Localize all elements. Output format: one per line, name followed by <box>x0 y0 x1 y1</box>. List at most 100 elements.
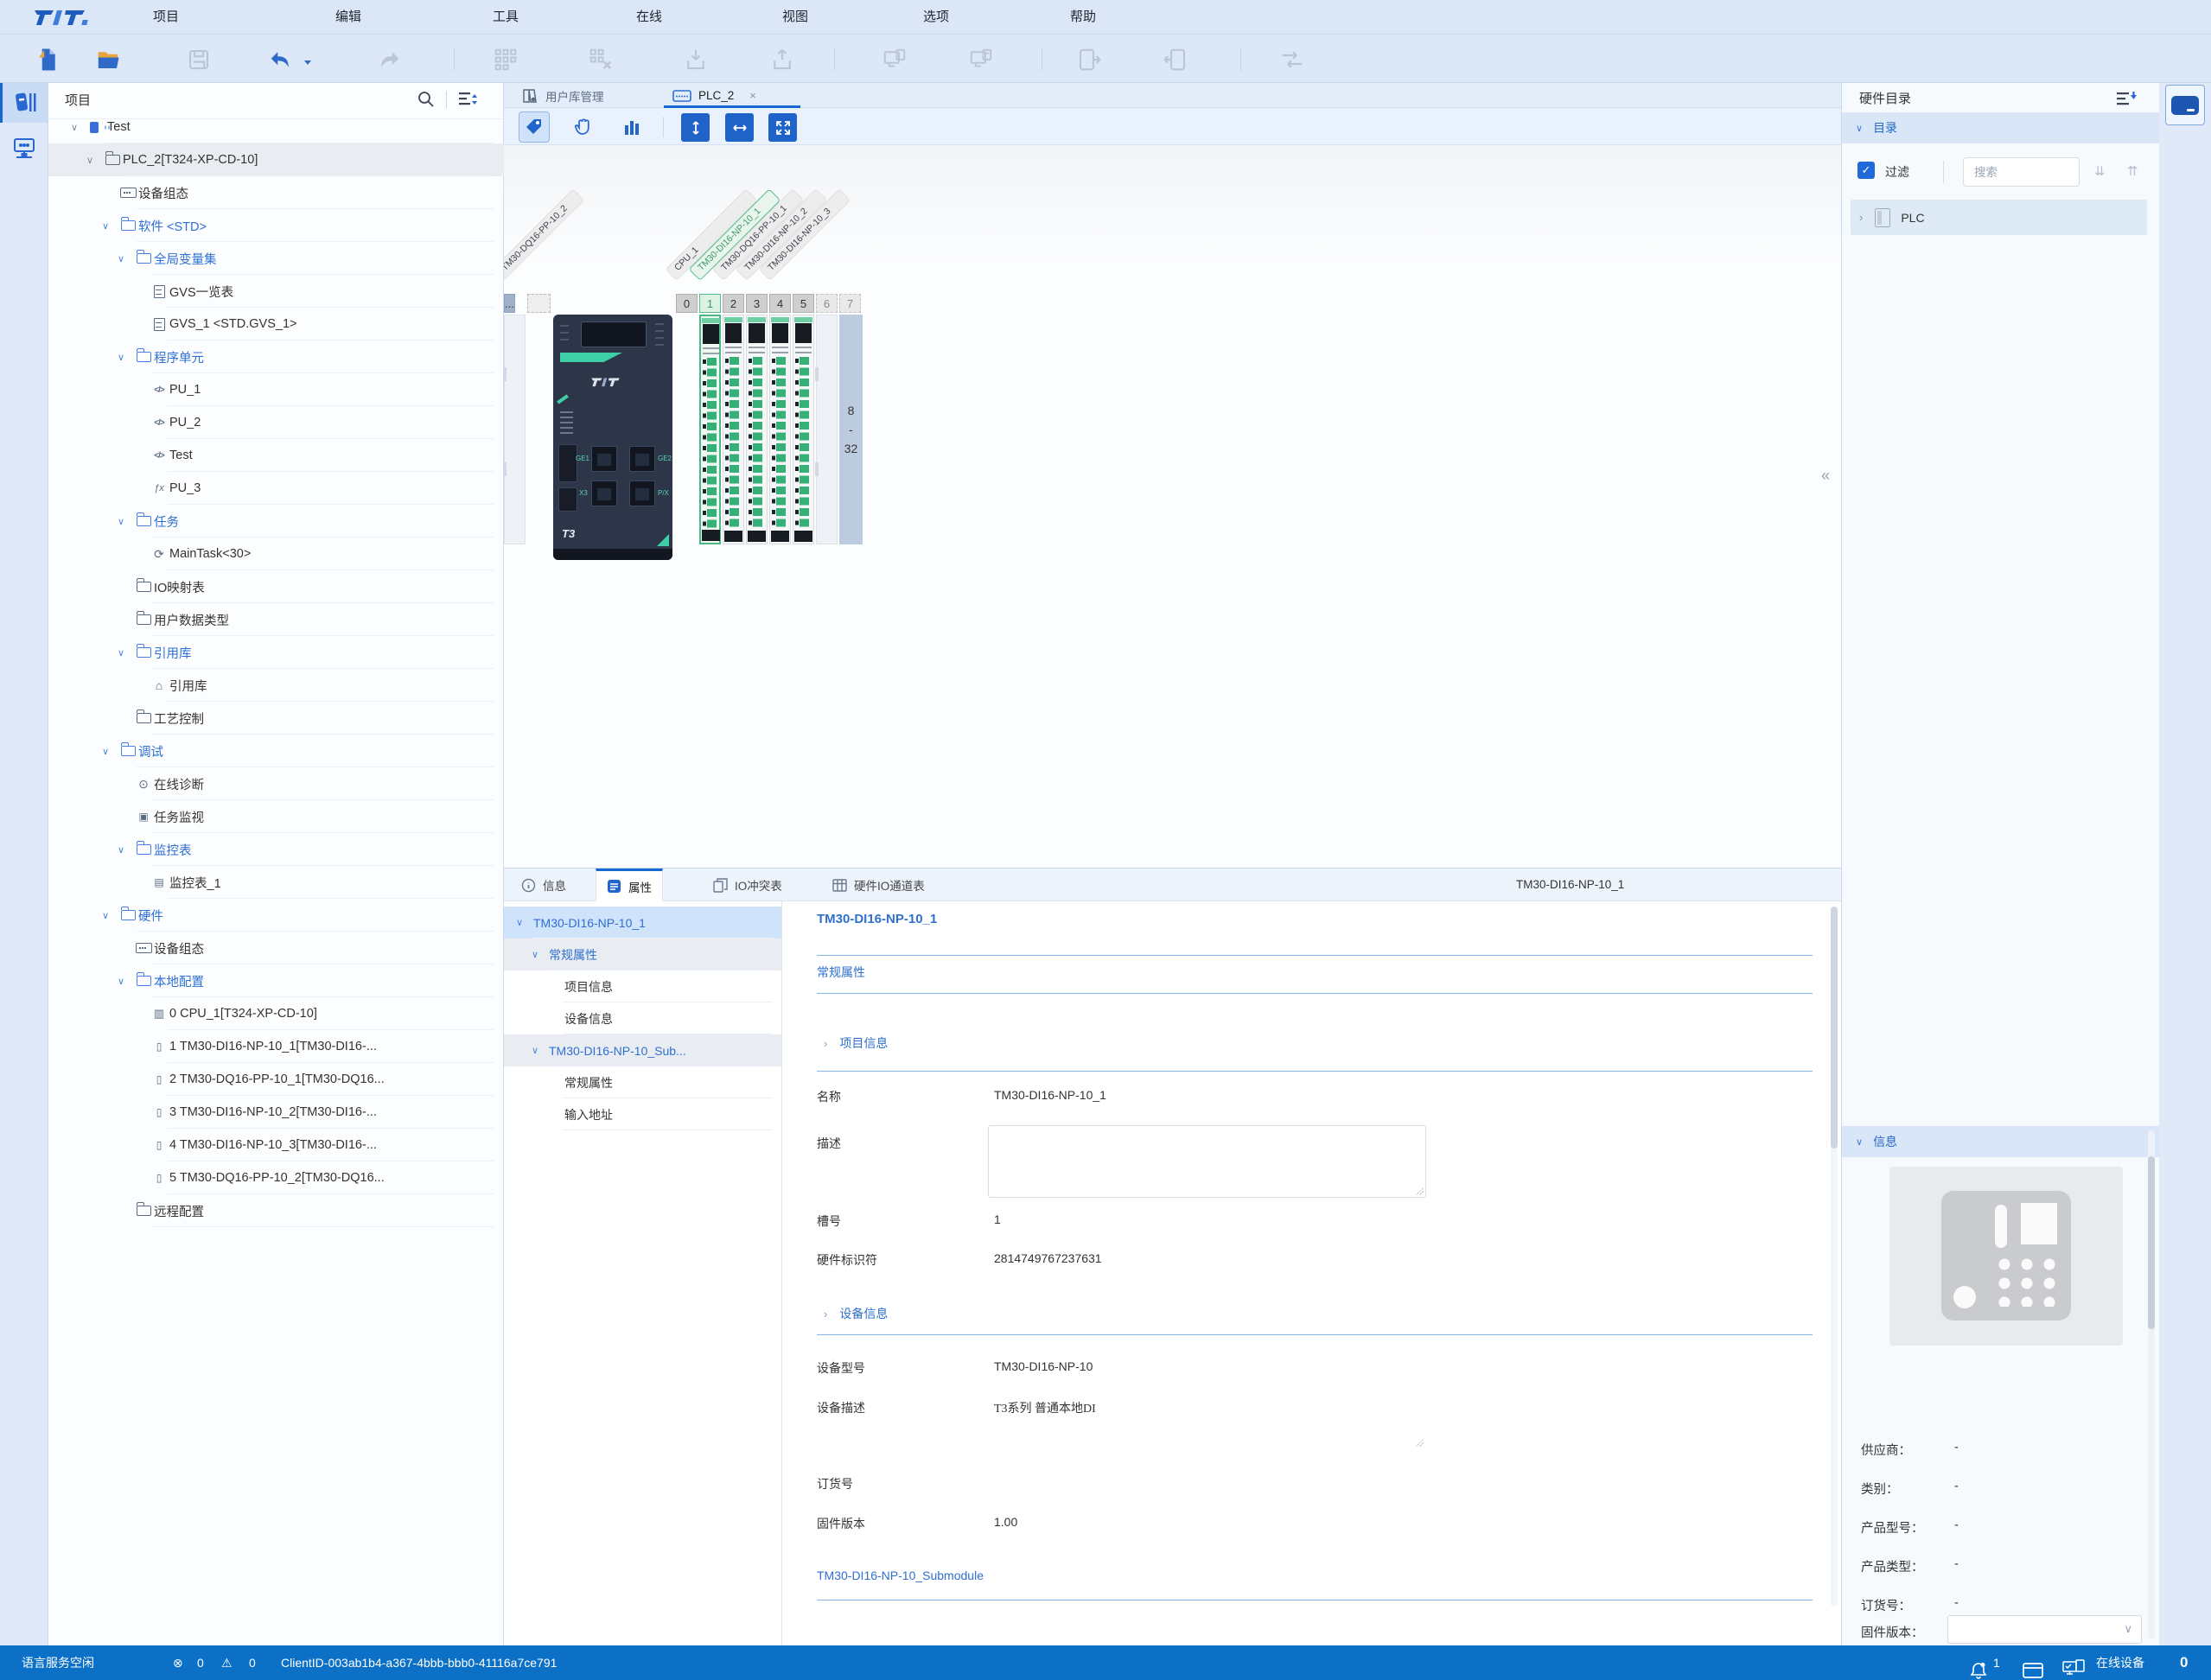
tree-row[interactable]: 引用库 <box>48 669 504 702</box>
compile-grid-icon[interactable] <box>493 47 519 73</box>
chevron-icon[interactable] <box>71 122 86 133</box>
tree-row[interactable]: 程序单元 <box>48 340 504 373</box>
chevron-icon[interactable] <box>516 917 533 928</box>
tree-row[interactable]: 用户数据类型 <box>48 603 504 636</box>
menu-online[interactable]: 在线 <box>631 0 667 35</box>
fit-all-icon[interactable] <box>768 113 797 142</box>
io-module-graphic[interactable] <box>816 315 838 544</box>
tab-io-conflicts[interactable]: IO冲突表 <box>703 869 793 901</box>
bottom-panel-scrollbar[interactable] <box>1831 907 1838 1607</box>
section-project-info[interactable]: ›项目信息 <box>824 1034 888 1052</box>
rack-slot-number[interactable]: 5 <box>793 294 814 313</box>
tree-row[interactable]: 设备组态 <box>48 176 504 209</box>
upload-device-icon[interactable] <box>769 47 795 73</box>
clean-grid-icon[interactable] <box>588 47 614 73</box>
tree-row[interactable]: 本地配置 <box>48 964 504 997</box>
error-count-icon[interactable]: ⊗ <box>173 1645 183 1680</box>
tree-row[interactable]: PU_1 <box>48 373 504 406</box>
project-explorer-icon[interactable] <box>0 83 48 123</box>
tree-row[interactable]: PU_2 <box>48 406 504 439</box>
online-device-icon[interactable] <box>2061 1652 2086 1680</box>
chevron-icon[interactable] <box>118 844 133 856</box>
rack-slot-number[interactable]: 4 <box>769 294 791 313</box>
tree-row[interactable]: 任务 <box>48 505 504 538</box>
properties-nav-row[interactable]: 输入地址 <box>504 1098 781 1130</box>
properties-nav-row[interactable]: 设备信息 <box>504 1002 781 1034</box>
chevron-icon[interactable] <box>118 516 133 527</box>
tree-row[interactable]: Test <box>48 111 504 143</box>
fit-horizontal-icon[interactable] <box>725 113 754 142</box>
chevron-icon[interactable] <box>86 155 102 166</box>
menu-edit[interactable]: 编辑 <box>330 0 366 35</box>
io-module-graphic[interactable] <box>769 315 791 544</box>
chevron-icon[interactable] <box>118 253 133 264</box>
section-device-info[interactable]: ›设备信息 <box>824 1305 888 1322</box>
io-module-graphic[interactable] <box>793 315 814 544</box>
properties-nav-row[interactable]: 常规属性 <box>504 1066 781 1098</box>
swap-icon[interactable] <box>1279 47 1305 73</box>
tree-row[interactable]: GVS_1 <STD.GVS_1> <box>48 308 504 340</box>
redo-icon[interactable] <box>376 47 402 73</box>
tree-row[interactable]: 全局变量集 <box>48 242 504 275</box>
fit-vertical-icon[interactable] <box>681 113 710 142</box>
tree-row[interactable]: 硬件 <box>48 899 504 932</box>
save-icon[interactable] <box>186 47 212 73</box>
properties-nav-row[interactable]: 项目信息 <box>504 970 781 1002</box>
chevron-icon[interactable] <box>532 949 549 960</box>
tree-row[interactable]: 远程配置 <box>48 1194 504 1227</box>
textarea-resize-handle[interactable] <box>1416 1187 1424 1195</box>
menu-view[interactable]: 视图 <box>777 0 813 35</box>
new-file-icon[interactable] <box>35 47 61 73</box>
monitor-sync-icon[interactable] <box>882 47 908 73</box>
close-icon[interactable]: × <box>749 89 756 102</box>
rack-slot-number[interactable]: 6 <box>816 294 838 313</box>
io-module-graphic[interactable] <box>723 315 744 544</box>
collapse-right-panel-handle[interactable]: « <box>1821 467 1830 485</box>
chevron-icon[interactable] <box>102 220 118 232</box>
chevron-icon[interactable] <box>102 910 118 921</box>
tree-row[interactable]: 监控表_1 <box>48 866 504 899</box>
tree-row[interactable]: PLC_2[T324-XP-CD-10] <box>48 143 504 176</box>
chevron-icon[interactable] <box>118 976 133 987</box>
chevron-icon[interactable] <box>118 352 133 363</box>
tree-row[interactable]: 2 TM30-DQ16-PP-10_1[TM30-DQ16... <box>48 1063 504 1096</box>
description-textarea[interactable] <box>988 1125 1426 1198</box>
properties-nav-row[interactable]: TM30-DI16-NP-10_Sub... <box>504 1034 781 1066</box>
tree-row[interactable]: 5 TM30-DQ16-PP-10_2[TM30-DQ16... <box>48 1161 504 1194</box>
tree-row[interactable]: 0 CPU_1[T324-XP-CD-10] <box>48 997 504 1030</box>
tree-row[interactable]: Test <box>48 439 504 472</box>
scrollbar-thumb[interactable] <box>1831 907 1838 1149</box>
catalog-search-input[interactable] <box>1963 157 2080 187</box>
io-module-graphic[interactable] <box>699 315 721 544</box>
tab-properties[interactable]: 属性 <box>596 869 663 901</box>
rack-slot-number[interactable]: 3 <box>746 294 768 313</box>
properties-nav-row[interactable]: 常规属性 <box>504 939 781 970</box>
catalog-sort-icon[interactable] <box>2115 90 2138 109</box>
tree-row[interactable]: MainTask<30> <box>48 538 504 570</box>
cpu-module-graphic[interactable]: GE1 GE2 X3 P/X T3 <box>553 315 672 560</box>
tree-row[interactable]: 软件 <STD> <box>48 209 504 242</box>
rack-slot-number[interactable]: 1 <box>699 294 721 313</box>
collapse-all-icon[interactable]: ⇈ <box>2127 163 2138 179</box>
tree-row[interactable]: 设备组态 <box>48 932 504 964</box>
tab-hw-io-channels[interactable]: 硬件IO通道表 <box>822 869 935 901</box>
rack-slot-number[interactable]: 7 <box>839 294 861 313</box>
tab-plc2[interactable]: PLC_2 × <box>664 83 800 108</box>
undo-icon[interactable] <box>268 47 294 73</box>
tree-row[interactable]: 工艺控制 <box>48 702 504 735</box>
module-name-pill[interactable]: TM30-DQ16-PP-10_2 <box>504 188 584 281</box>
rack-slot-number[interactable]: 0 <box>676 294 698 313</box>
tree-row[interactable]: 监控表 <box>48 833 504 866</box>
filter-checkbox[interactable]: ✓ <box>1857 162 1875 179</box>
download-device-icon[interactable] <box>683 47 709 73</box>
tree-row[interactable]: 4 TM30-DI16-NP-10_3[TM30-DI16-... <box>48 1129 504 1161</box>
rack-canvas[interactable]: 01234567... 8 - 32 <box>504 145 1841 951</box>
network-monitor-icon[interactable] <box>0 128 48 168</box>
tree-row[interactable]: 3 TM30-DI16-NP-10_2[TM30-DI16-... <box>48 1096 504 1129</box>
tree-row[interactable]: 任务监视 <box>48 800 504 833</box>
firmware-version-dropdown[interactable] <box>1947 1615 2142 1644</box>
general-properties-link[interactable]: 常规属性 <box>817 964 865 981</box>
monitor-compare-icon[interactable] <box>968 47 994 73</box>
device-import-icon[interactable] <box>1076 47 1102 73</box>
io-module-graphic[interactable] <box>746 315 768 544</box>
